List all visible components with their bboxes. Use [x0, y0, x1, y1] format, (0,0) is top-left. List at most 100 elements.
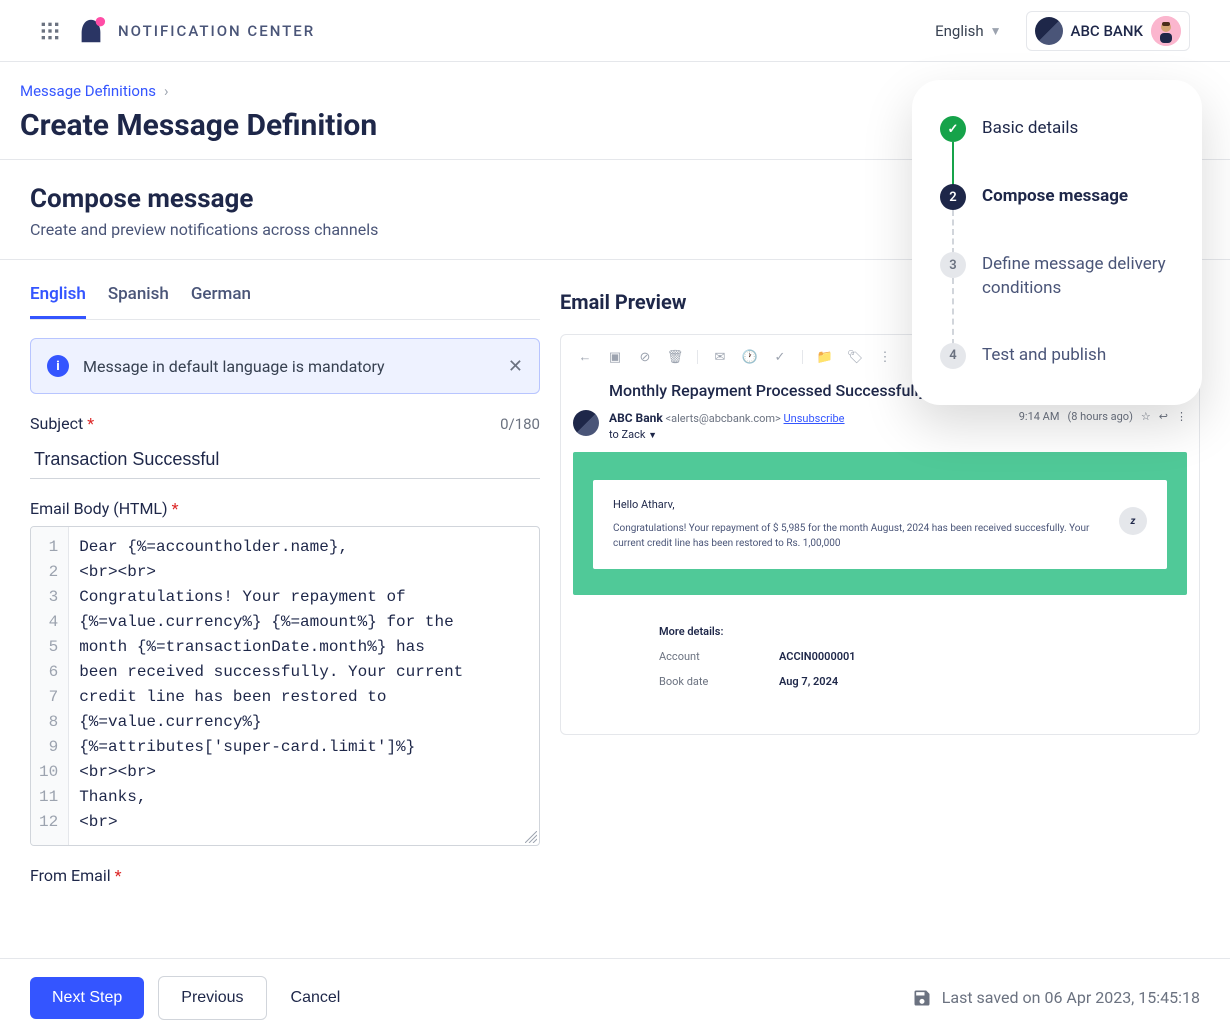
chevron-down-icon: ▼ [990, 24, 1002, 38]
task-icon[interactable]: ✓ [772, 349, 788, 365]
subject-field: Subject * 0/180 [30, 414, 540, 479]
recipient-line: to Zack [609, 428, 645, 441]
apps-grid-icon[interactable] [40, 21, 60, 41]
brand-badge-icon: z [1119, 507, 1147, 535]
step-compose-message[interactable]: 2 Compose message [940, 184, 1174, 252]
snooze-icon[interactable]: 🕐 [742, 349, 758, 365]
email-age: (8 hours ago) [1067, 410, 1132, 423]
email-text: Congratulations! Your repayment of $ 5,9… [613, 521, 1147, 551]
language-tabs: English Spanish German [30, 284, 540, 320]
star-icon[interactable]: ☆ [1141, 410, 1151, 423]
sender-meta: 9:14 AM (8 hours ago) ☆ ↩ ⋮ [1019, 410, 1187, 423]
bank-name: ABC BANK [1071, 22, 1143, 40]
save-icon [912, 988, 932, 1008]
tab-spanish[interactable]: Spanish [108, 284, 169, 319]
more-icon[interactable]: ⋮ [1176, 410, 1187, 423]
language-label: English [935, 22, 984, 40]
line-gutter: 123456789101112 [31, 527, 69, 845]
step-label: Compose message [982, 184, 1128, 209]
delete-icon[interactable]: 🗑 [667, 349, 683, 365]
next-step-button[interactable]: Next Step [30, 977, 144, 1019]
reply-icon[interactable]: ↩ [1159, 410, 1168, 423]
move-icon[interactable]: 📁 [817, 349, 833, 365]
back-icon[interactable]: ← [577, 349, 593, 365]
email-details: More details: Account ACCIN0000001 Book … [573, 625, 1187, 722]
close-icon[interactable]: ✕ [508, 356, 523, 377]
required-mark: * [87, 414, 94, 433]
chevron-down-icon[interactable]: ▼ [648, 431, 657, 441]
last-saved-text: Last saved on 06 Apr 2023, 15:45:18 [942, 988, 1200, 1007]
step-connector [952, 142, 954, 186]
chevron-right-icon: › [164, 82, 169, 100]
cancel-button[interactable]: Cancel [281, 977, 351, 1019]
sender-name: ABC Bank [609, 411, 663, 425]
footer-bar: Next Step Previous Cancel Last saved on … [0, 958, 1230, 1036]
header-right: English ▼ ABC BANK [935, 11, 1190, 51]
email-body-text: Congratulations! Your repayment of $ 5,9… [613, 523, 1089, 549]
from-email-label: From Email [30, 866, 111, 885]
email-body-editor[interactable]: 123456789101112 Dear {%=accountholder.na… [30, 526, 540, 846]
detail-key: Account [659, 650, 779, 663]
header-left: NOTIFICATION CENTER [40, 16, 315, 46]
unsubscribe-link[interactable]: Unsubscribe [784, 412, 845, 425]
step-connector [952, 278, 954, 345]
header-bar: NOTIFICATION CENTER English ▼ ABC BANK [0, 0, 1230, 62]
code-content[interactable]: Dear {%=accountholder.name}, <br><br> Co… [69, 527, 539, 845]
step-label: Define message delivery conditions [982, 252, 1174, 301]
user-avatar [1151, 16, 1181, 46]
detail-value: Aug 7, 2024 [779, 675, 838, 688]
language-selector[interactable]: English ▼ [935, 22, 1001, 40]
check-icon: ✓ [940, 116, 966, 142]
required-mark: * [172, 499, 179, 518]
detail-row-account: Account ACCIN0000001 [659, 650, 1167, 663]
email-sender-row: ABC Bank <alerts@abcbank.com> Unsubscrib… [573, 410, 1187, 442]
subject-input[interactable] [30, 441, 540, 479]
compose-form: English Spanish German i Message in defa… [30, 284, 540, 885]
detail-value: ACCIN0000001 [779, 650, 856, 663]
info-banner-text: Message in default language is mandatory [83, 357, 508, 376]
logo-mark-icon [76, 16, 106, 46]
sender-email: <alerts@abcbank.com> [666, 412, 781, 425]
divider [697, 350, 698, 364]
tab-german[interactable]: German [191, 284, 251, 319]
divider [802, 350, 803, 364]
detail-row-bookdate: Book date Aug 7, 2024 [659, 675, 1167, 688]
step-number: 4 [940, 343, 966, 369]
resize-handle-icon[interactable] [525, 831, 537, 843]
step-delivery-conditions[interactable]: 3 Define message delivery conditions [940, 252, 1174, 343]
app-logo[interactable]: NOTIFICATION CENTER [76, 16, 315, 46]
bank-logo-icon [1035, 17, 1063, 45]
email-body-label: Email Body (HTML) [30, 499, 168, 518]
email-greeting: Hello Atharv, [613, 498, 1147, 511]
label-icon[interactable]: 🏷 [847, 349, 863, 365]
sender-avatar-icon [573, 410, 599, 436]
last-saved: Last saved on 06 Apr 2023, 15:45:18 [912, 988, 1200, 1008]
step-connector [952, 210, 954, 254]
email-inner: Hello Atharv, Congratulations! Your repa… [593, 480, 1167, 569]
step-number: 3 [940, 252, 966, 278]
mail-icon[interactable]: ✉ [712, 349, 728, 365]
email-time: 9:14 AM [1019, 410, 1060, 423]
wizard-stepper: ✓ Basic details 2 Compose message 3 Defi… [912, 80, 1202, 405]
info-icon: i [47, 355, 69, 377]
more-icon[interactable]: ⋮ [877, 349, 893, 365]
email-body-preview: Hello Atharv, Congratulations! Your repa… [573, 452, 1187, 595]
bank-selector[interactable]: ABC BANK [1026, 11, 1190, 51]
step-label: Basic details [982, 116, 1078, 141]
from-email-field: From Email * [30, 866, 540, 885]
tab-english[interactable]: English [30, 284, 86, 319]
footer-actions: Next Step Previous Cancel [30, 976, 350, 1020]
step-number: 2 [940, 184, 966, 210]
info-banner: i Message in default language is mandato… [30, 338, 540, 394]
subject-label: Subject [30, 414, 83, 433]
breadcrumb-parent-link[interactable]: Message Definitions [20, 82, 156, 100]
previous-button[interactable]: Previous [158, 976, 266, 1020]
step-basic-details[interactable]: ✓ Basic details [940, 116, 1174, 184]
step-test-publish[interactable]: 4 Test and publish [940, 343, 1174, 369]
more-details-label: More details: [659, 625, 1167, 638]
subject-counter: 0/180 [500, 415, 540, 433]
email-body-field: Email Body (HTML) * 123456789101112 Dear… [30, 499, 540, 846]
app-name: NOTIFICATION CENTER [118, 22, 315, 40]
spam-icon[interactable]: ⊘ [637, 349, 653, 365]
archive-icon[interactable]: ▣ [607, 349, 623, 365]
